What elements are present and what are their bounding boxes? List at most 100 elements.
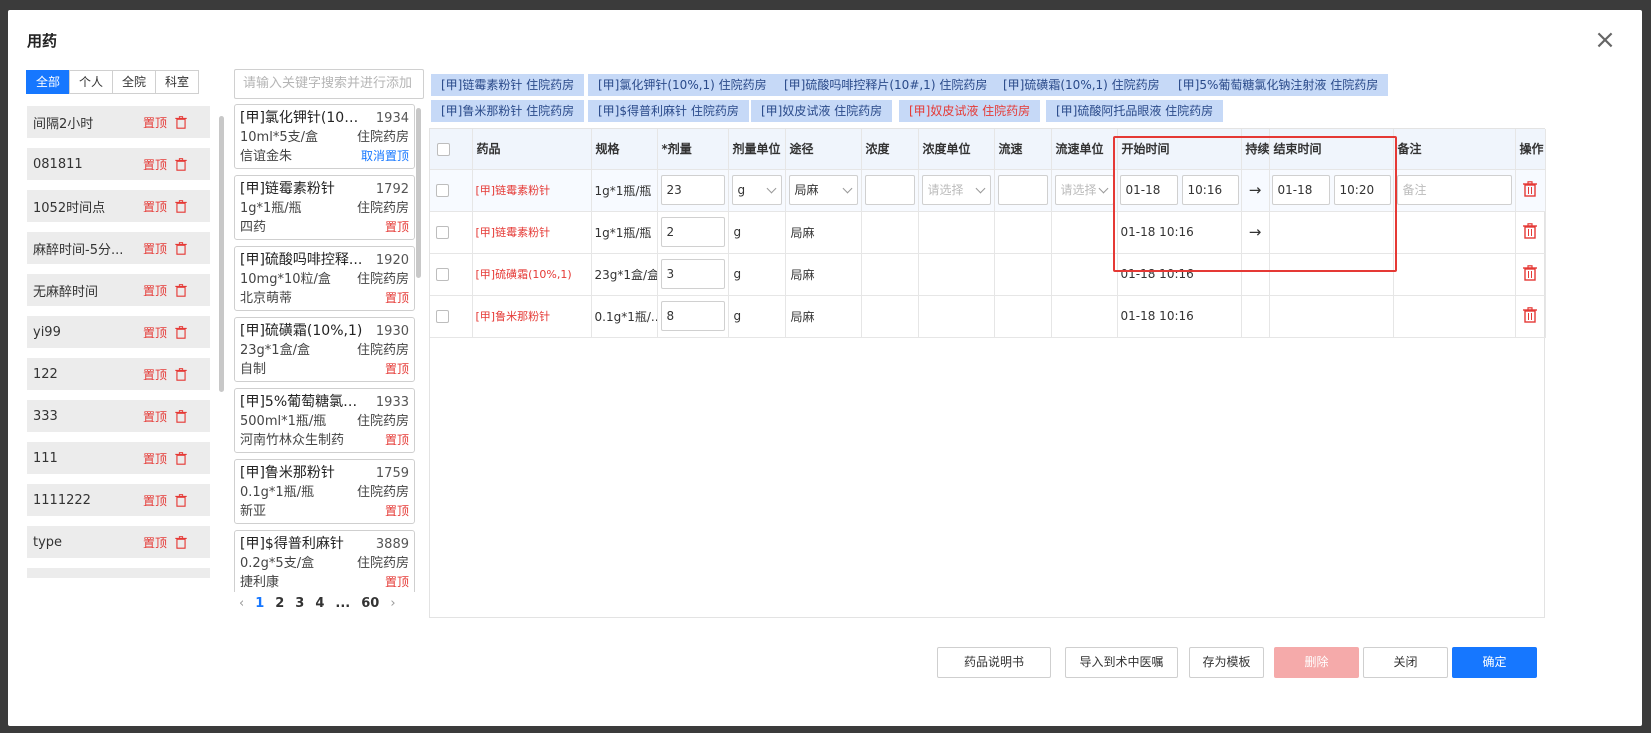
next-page-icon[interactable]: › [390,596,395,611]
pin-link[interactable]: 置顶 [143,492,167,509]
selected-drug-chip[interactable]: [甲]奴皮试液 住院药房 [899,100,1041,122]
template-list-scrollbar[interactable] [219,116,224,392]
drug-card[interactable]: [甲]5%葡萄糖氯化... 1933 500ml*1瓶/瓶 住院药房 河南竹林众生制药 置… [234,388,415,453]
drug-search-input[interactable] [243,76,423,91]
delete-icon[interactable] [175,157,187,171]
selected-drug-chip[interactable]: [甲]硫酸吗啡控释片(10#,1) 住院药房 [774,74,998,96]
drug-card[interactable]: [甲]鲁米那粉针 1759 0.1g*1瓶/瓶 住院药房 新亚 置顶 [234,459,415,524]
prev-page-icon[interactable]: ‹ [239,596,244,611]
row-checkbox[interactable] [436,268,449,281]
drug-card[interactable]: [甲]硫磺霜(10%,1) 1930 23g*1盒/盒 住院药房 自制 置顶 [234,317,415,382]
pin-link[interactable]: 置顶 [143,114,167,131]
row-checkbox[interactable] [436,226,449,239]
delete-icon[interactable] [175,367,187,381]
flow-input[interactable] [997,175,1048,205]
route-select[interactable]: 局麻 [788,175,858,205]
select-all-checkbox[interactable] [437,142,450,156]
selected-drug-chip[interactable]: [甲]氯化钾针(10%,1) 住院药房 [588,74,777,96]
pin-link[interactable]: 置顶 [385,573,409,592]
template-item[interactable]: 麻醉时间-5分... 置顶 [27,232,210,264]
drug-card[interactable]: [甲]氯化钾针(10%,1) 1934 10ml*5支/盒 住院药房 信谊金朱 取消置顶 [234,104,415,169]
template-item[interactable]: 1052时间点 置顶 [27,190,210,222]
start-date-input[interactable]: 01-18 [1119,175,1178,205]
page-number[interactable]: 4 [315,596,324,611]
pin-link[interactable]: 置顶 [143,534,167,551]
pin-link[interactable]: 置顶 [143,198,167,215]
pin-link[interactable]: 置顶 [143,156,167,173]
remark-input[interactable]: 备注 [1396,175,1512,205]
delete-icon[interactable] [175,199,187,213]
pin-link[interactable]: 置顶 [143,282,167,299]
dose-input[interactable]: 3 [660,259,725,289]
page-number[interactable]: 60 [361,596,379,611]
row-checkbox[interactable] [436,310,449,323]
tab-all[interactable]: 全部 [26,70,71,94]
delete-icon[interactable] [1523,306,1537,323]
template-item[interactable]: type 置顶 [27,526,210,558]
delete-icon[interactable] [1523,264,1537,281]
close-button[interactable]: 关闭 [1363,647,1448,678]
start-time-input[interactable]: 10:16 [1181,175,1239,205]
delete-icon[interactable] [175,283,187,297]
delete-icon[interactable] [1523,222,1537,239]
tab-department[interactable]: 科室 [155,70,200,94]
drug-card[interactable]: [甲]$得普利麻针 3889 0.2g*5支/盒 住院药房 捷利康 置顶 [234,530,415,592]
page-number[interactable]: 3 [295,596,304,611]
dose-unit-select[interactable]: g [731,175,782,205]
selected-drug-chip[interactable]: [甲]奴皮试液 住院药房 [751,100,893,122]
template-item[interactable] [27,568,210,578]
concentration-input[interactable] [864,175,915,205]
drug-card[interactable]: [甲]硫酸吗啡控释... 1920 10mg*10粒/盒 住院药房 北京萌蒂 置顶 [234,246,415,311]
end-date-input[interactable]: 01-18 [1271,175,1330,205]
concentration-unit-select[interactable]: 请选择 [921,175,991,205]
import-orders-button[interactable]: 导入到术中医嘱 [1065,647,1178,678]
page-number[interactable]: 1 [255,596,264,611]
pin-link[interactable]: 置顶 [143,366,167,383]
delete-icon[interactable] [175,409,187,423]
tab-hospital[interactable]: 全院 [112,70,157,94]
delete-button[interactable]: 删除 [1274,647,1359,678]
end-time-input[interactable]: 10:20 [1333,175,1391,205]
flow-unit-select[interactable]: 请选择 [1054,175,1114,205]
dose-input[interactable]: 8 [660,301,725,331]
dose-input[interactable]: 2 [660,217,725,247]
selected-drug-chip[interactable]: [甲]$得普利麻针 住院药房 [588,100,749,122]
row-checkbox[interactable] [436,184,449,197]
selected-drug-chip[interactable]: [甲]鲁米那粉针 住院药房 [431,100,585,122]
drug-manual-button[interactable]: 药品说明书 [937,647,1051,678]
template-item[interactable]: 333 置顶 [27,400,210,432]
pin-link[interactable]: 置顶 [385,289,409,308]
template-item[interactable]: 1111222 置顶 [27,484,210,516]
pin-link[interactable]: 置顶 [385,360,409,379]
template-item[interactable]: 122 置顶 [27,358,210,390]
delete-icon[interactable] [175,451,187,465]
delete-icon[interactable] [175,325,187,339]
delete-icon[interactable] [175,241,187,255]
delete-icon[interactable] [175,493,187,507]
template-item[interactable]: yi99 置顶 [27,316,210,348]
template-item[interactable]: 081811 置顶 [27,148,210,180]
close-icon[interactable]: × [1592,27,1618,54]
selected-drug-chip[interactable]: [甲]链霉素粉针 住院药房 [431,74,585,96]
confirm-button[interactable]: 确定 [1452,647,1537,678]
delete-icon[interactable] [1523,180,1537,197]
delete-icon[interactable] [175,115,187,129]
template-item[interactable]: 间隔2小时 置顶 [27,106,210,138]
dose-input[interactable]: 23 [660,175,725,205]
pin-link[interactable]: 置顶 [385,218,409,237]
template-item[interactable]: 111 置顶 [27,442,210,474]
pin-link[interactable]: 置顶 [385,431,409,450]
save-template-button[interactable]: 存为模板 [1189,647,1264,678]
pin-link[interactable]: 置顶 [143,408,167,425]
drug-list-scrollbar[interactable] [416,108,421,278]
template-item[interactable]: 无麻醉时间 置顶 [27,274,210,306]
page-number[interactable]: 2 [275,596,284,611]
tab-personal[interactable]: 个人 [69,70,114,94]
pin-link[interactable]: 取消置顶 [361,147,409,166]
selected-drug-chip[interactable]: [甲]5%葡萄糖氯化钠注射液 住院药房 [1168,74,1389,96]
drug-card[interactable]: [甲]链霉素粉针 1792 1g*1瓶/瓶 住院药房 四药 置顶 [234,175,415,240]
pin-link[interactable]: 置顶 [143,324,167,341]
pin-link[interactable]: 置顶 [143,450,167,467]
delete-icon[interactable] [175,535,187,549]
pin-link[interactable]: 置顶 [143,240,167,257]
